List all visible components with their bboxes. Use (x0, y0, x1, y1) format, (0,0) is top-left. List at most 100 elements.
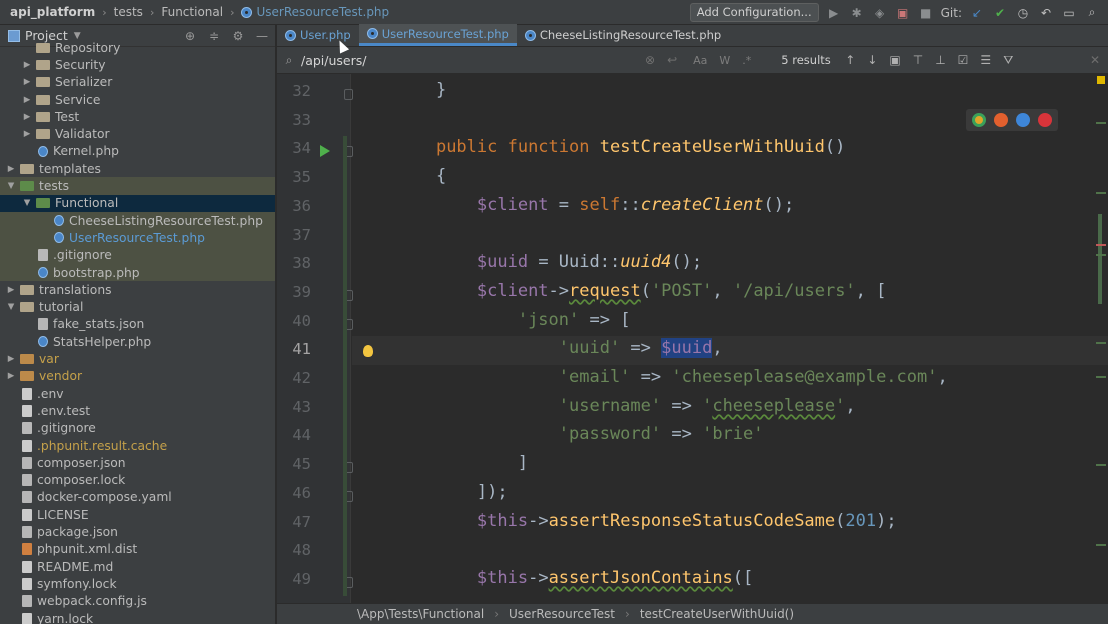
tree-item[interactable]: composer.json (0, 454, 275, 471)
tree-item[interactable]: StatsHelper.php (0, 333, 275, 350)
code-line[interactable]: $client->request('POST', '/api/users', [ (395, 281, 887, 301)
window-layout-icon[interactable]: ▭ (1061, 5, 1077, 21)
code-line[interactable]: 'uuid' => $uuid, (395, 338, 723, 359)
tree-item[interactable]: ▶ Serializer (0, 74, 275, 91)
nav-crumb-project[interactable]: api_platform (10, 5, 95, 19)
tree-item[interactable]: .phpunit.result.cache (0, 437, 275, 454)
tree-item[interactable]: phpunit.xml.dist (0, 541, 275, 558)
run-icon[interactable]: ▶ (826, 5, 842, 21)
git-update-icon[interactable]: ↙ (969, 5, 985, 21)
code-line[interactable]: $client = self::createClient(); (395, 195, 794, 215)
code-line[interactable]: $uuid = Uuid::uuid4(); (395, 252, 702, 272)
code-line[interactable]: 'username' => 'cheeseplease', (395, 396, 856, 416)
collapsed-arrow-icon[interactable]: ▶ (6, 371, 16, 381)
breadcrumb-namespace[interactable]: \App\Tests\Functional (357, 607, 484, 621)
tab-cheese-listing-resource-test[interactable]: CheeseListingResourceTest.php (517, 24, 729, 46)
code-editor[interactable]: 32 33 34 35 36 37 38 39 40 41 42 43 44 45 46 47 48 49 } p… (277, 74, 1108, 603)
tree-item[interactable]: ▶ templates (0, 160, 275, 177)
change-marker[interactable] (1096, 192, 1106, 194)
expanded-arrow-icon[interactable]: ▼ (6, 302, 16, 312)
nav-crumb-file[interactable]: UserResourceTest.php (256, 5, 389, 19)
collapsed-arrow-icon[interactable]: ▶ (6, 285, 16, 295)
change-marker[interactable] (1096, 544, 1106, 546)
change-marker[interactable] (1096, 122, 1106, 124)
warning-marker-icon[interactable] (1097, 76, 1105, 84)
tree-item[interactable]: ▶ Service (0, 91, 275, 108)
search-everywhere-icon[interactable]: ⌕ (1084, 5, 1100, 21)
change-marker[interactable] (1096, 464, 1106, 466)
add-occurrence-icon[interactable]: ⊤ (913, 53, 923, 68)
select-all-occurrences-icon[interactable]: ☑ (958, 53, 969, 68)
tree-item[interactable]: CheeseListingResourceTest.php (0, 212, 275, 230)
coverage-icon[interactable]: ◈ (872, 5, 888, 21)
add-configuration-button[interactable]: Add Configuration... (689, 3, 819, 22)
tree-item[interactable]: package.json (0, 523, 275, 540)
tab-user-resource-test[interactable]: UserResourceTest.php (358, 24, 517, 46)
find-in-selection-icon[interactable]: ▣ (889, 53, 900, 68)
tree-item[interactable]: ▼ tests (0, 177, 275, 195)
next-occurrence-icon[interactable]: ↓ (867, 53, 877, 68)
safari-icon[interactable] (1016, 113, 1030, 127)
tree-item[interactable]: .gitignore (0, 246, 275, 264)
tree-item[interactable]: ▶ Test (0, 108, 275, 125)
code-line[interactable]: } (395, 80, 446, 100)
tree-item[interactable]: composer.lock (0, 472, 275, 489)
rollback-icon[interactable]: ↶ (1038, 5, 1054, 21)
tree-item[interactable]: ▶ Security (0, 56, 275, 73)
tree-item[interactable]: webpack.config.js (0, 593, 275, 610)
tree-item[interactable]: README.md (0, 558, 275, 575)
clear-search-icon[interactable]: ⊗ (645, 53, 655, 67)
collapsed-arrow-icon[interactable]: ▶ (22, 77, 32, 87)
expanded-arrow-icon[interactable]: ▼ (22, 198, 32, 208)
tree-item[interactable]: fake_stats.json (0, 316, 275, 333)
tree-item[interactable]: ▶ Validator (0, 126, 275, 143)
code-line[interactable]: ]); (395, 482, 508, 502)
vcs-change-bar[interactable] (343, 136, 347, 596)
nav-crumb-functional[interactable]: Functional (161, 5, 223, 19)
collapsed-arrow-icon[interactable]: ▶ (22, 112, 32, 122)
breadcrumb-method[interactable]: testCreateUserWithUuid() (640, 607, 794, 621)
whole-word-toggle[interactable]: W (719, 54, 730, 67)
filter-icon[interactable]: ⛛ (1003, 53, 1013, 68)
collapsed-arrow-icon[interactable]: ▶ (22, 95, 32, 105)
breadcrumb-class[interactable]: UserResourceTest (509, 607, 615, 621)
previous-occurrence-icon[interactable]: ↑ (845, 53, 855, 68)
tree-item[interactable]: ▶ vendor (0, 368, 275, 385)
change-marker[interactable] (1096, 376, 1106, 378)
code-line[interactable]: public function testCreateUserWithUuid() (395, 137, 845, 157)
change-marker[interactable] (1096, 254, 1106, 256)
tree-item[interactable]: LICENSE (0, 506, 275, 523)
expanded-arrow-icon[interactable]: ▼ (6, 181, 16, 191)
run-test-icon[interactable] (320, 145, 330, 158)
error-stripe[interactable] (1094, 74, 1108, 603)
close-icon[interactable]: ✕ (1090, 53, 1100, 67)
find-input[interactable]: /api/users/ (301, 53, 641, 68)
tree-item[interactable]: symfony.lock (0, 575, 275, 592)
tree-item[interactable]: yarn.lock (0, 610, 275, 624)
collapsed-arrow-icon[interactable]: ▶ (22, 60, 32, 70)
code-line[interactable]: $this->assertResponseStatusCodeSame(201)… (395, 511, 897, 531)
nav-crumb-tests[interactable]: tests (114, 5, 143, 19)
tree-item[interactable]: bootstrap.php (0, 263, 275, 282)
collapsed-arrow-icon[interactable]: ▶ (6, 354, 16, 364)
lightbulb-icon[interactable] (363, 345, 373, 358)
tree-item[interactable]: ▶ var (0, 350, 275, 367)
newline-icon[interactable]: ↩ (667, 53, 677, 67)
stop-icon[interactable]: ■ (918, 5, 934, 21)
opera-icon[interactable] (1038, 113, 1052, 127)
tree-item[interactable]: docker-compose.yaml (0, 489, 275, 506)
tree-item[interactable]: UserResourceTest.php (0, 229, 275, 247)
code-line[interactable]: { (395, 166, 446, 186)
profile-icon[interactable]: ▣ (895, 5, 911, 21)
collapsed-arrow-icon[interactable]: ▶ (6, 164, 16, 174)
history-icon[interactable]: ◷ (1015, 5, 1031, 21)
tree-item[interactable]: .env.test (0, 402, 275, 419)
regex-toggle[interactable]: .* (742, 54, 751, 67)
match-case-toggle[interactable]: Aa (693, 54, 707, 67)
change-marker[interactable] (1096, 342, 1106, 344)
chrome-icon[interactable] (972, 113, 986, 127)
tree-item[interactable]: .gitignore (0, 420, 275, 437)
code-line[interactable]: 'password' => 'brie' (395, 424, 764, 444)
code-line[interactable]: ] (395, 453, 528, 473)
filter-options-icon[interactable]: ☰ (980, 53, 991, 68)
